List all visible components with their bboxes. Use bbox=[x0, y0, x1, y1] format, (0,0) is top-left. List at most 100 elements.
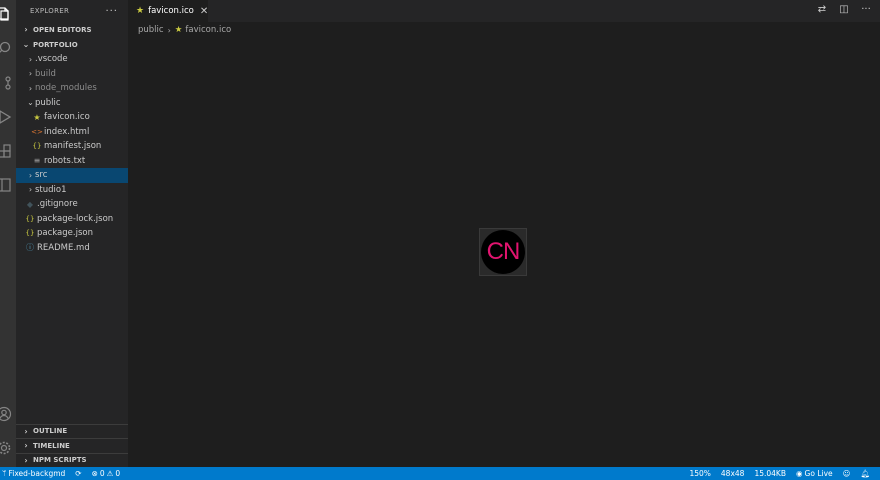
project-section[interactable]: ⌄ PORTFOLIO bbox=[16, 37, 128, 52]
problems-indicator[interactable]: ⊗ 0 ⚠ 0 bbox=[92, 469, 121, 478]
warning-count: 0 bbox=[115, 469, 121, 478]
tree-item-label: build bbox=[35, 68, 56, 79]
logo-text: CN bbox=[486, 238, 521, 265]
tab-favicon[interactable]: ★ favicon.ico ✕ bbox=[128, 0, 208, 22]
tree-item-label: package.json bbox=[37, 228, 93, 239]
feedback-button[interactable]: ☺ bbox=[843, 469, 851, 478]
tree-item-label: .vscode bbox=[35, 54, 68, 65]
json-icon: {} bbox=[32, 142, 42, 151]
image-preview[interactable]: CN bbox=[479, 228, 527, 276]
account-icon[interactable] bbox=[0, 406, 12, 422]
chevron-right-icon: › bbox=[28, 54, 33, 64]
tree-item-node-modules[interactable]: › node_modules bbox=[16, 81, 128, 96]
chevron-right-icon: › bbox=[24, 25, 28, 34]
remote-explorer-icon[interactable] bbox=[0, 177, 12, 193]
warning-icon: ⚠ bbox=[106, 469, 114, 478]
tree-item-gitignore[interactable]: ◆ .gitignore bbox=[16, 197, 128, 212]
gear-icon[interactable] bbox=[0, 440, 12, 456]
outline-section[interactable]: › OUTLINE bbox=[16, 423, 128, 439]
breadcrumb: public › ★ favicon.ico bbox=[128, 22, 880, 38]
feedback-icon: ☺ bbox=[842, 469, 851, 478]
explorer-sidebar: EXPLORER ··· › OPEN EDITORS ⌄ PORTFOLIO … bbox=[16, 0, 128, 467]
zoom-level[interactable]: 150% bbox=[689, 469, 710, 478]
chevron-right-icon: › bbox=[24, 441, 28, 451]
tree-item-vscode[interactable]: › .vscode bbox=[16, 52, 128, 67]
sync-icon: ⟳ bbox=[75, 469, 82, 478]
broadcast-icon: ◉ bbox=[795, 469, 803, 478]
tree-item-label: README.md bbox=[37, 242, 90, 253]
json-icon: {} bbox=[25, 229, 35, 238]
tree-item-readme[interactable]: ⓘ README.md bbox=[16, 241, 128, 256]
run-debug-icon[interactable] bbox=[0, 109, 12, 125]
cn-logo: CN bbox=[481, 230, 525, 274]
image-preview-editor: CN bbox=[128, 38, 880, 467]
branch-indicator[interactable]: ᛘ Fixed-backgmd bbox=[2, 469, 65, 478]
close-icon[interactable]: ✕ bbox=[200, 6, 208, 17]
chevron-down-icon: ⌄ bbox=[27, 98, 34, 108]
sync-button[interactable]: ⟳ bbox=[75, 469, 81, 478]
bottom-sections: › OUTLINE › TIMELINE › NPM SCRIPTS bbox=[16, 423, 128, 468]
breadcrumb-file[interactable]: favicon.ico bbox=[185, 25, 231, 35]
chevron-right-icon: › bbox=[28, 69, 33, 79]
error-icon: ⊗ bbox=[91, 469, 98, 478]
source-control-icon[interactable] bbox=[0, 75, 12, 91]
split-editor-icon[interactable]: ◫ bbox=[838, 4, 850, 15]
file-size: 15.04KB bbox=[754, 469, 786, 478]
size-label: 15.04KB bbox=[754, 469, 786, 478]
info-icon: ⓘ bbox=[26, 243, 34, 253]
tree-item-studio1[interactable]: › studio1 bbox=[16, 183, 128, 198]
tree-item-package[interactable]: {} package.json bbox=[16, 226, 128, 241]
tree-item-label: studio1 bbox=[35, 184, 67, 195]
tree-item-src[interactable]: › src bbox=[16, 168, 128, 183]
tree-item-label: favicon.ico bbox=[44, 112, 90, 123]
tree-item-public[interactable]: ⌄ public bbox=[16, 96, 128, 111]
star-icon: ★ bbox=[136, 6, 145, 16]
tree-item-label: robots.txt bbox=[44, 155, 86, 166]
extensions-icon[interactable] bbox=[0, 143, 12, 159]
timeline-section[interactable]: › TIMELINE bbox=[16, 438, 128, 453]
git-icon: ◆ bbox=[26, 199, 34, 209]
tree-item-manifest[interactable]: {} manifest.json bbox=[16, 139, 128, 154]
tree-item-label: src bbox=[35, 170, 48, 181]
tree-item-package-lock[interactable]: {} package-lock.json bbox=[16, 212, 128, 227]
tree-item-favicon[interactable]: ★ favicon.ico bbox=[16, 110, 128, 125]
tab-label: favicon.ico bbox=[148, 6, 194, 16]
breadcrumb-folder[interactable]: public bbox=[138, 25, 164, 35]
go-live-button[interactable]: ◉ Go Live bbox=[796, 469, 833, 478]
open-changes-icon[interactable]: ⇄ bbox=[816, 4, 828, 15]
more-actions-icon[interactable]: ··· bbox=[105, 6, 118, 17]
image-dimensions: 48x48 bbox=[721, 469, 745, 478]
search-icon[interactable] bbox=[0, 40, 12, 56]
tree-item-label: index.html bbox=[44, 126, 90, 137]
dimensions-label: 48x48 bbox=[720, 469, 745, 478]
zoom-label: 150% bbox=[689, 469, 711, 478]
project-label: PORTFOLIO bbox=[33, 40, 78, 49]
activity-bar bbox=[0, 0, 16, 467]
tree-item-build[interactable]: › build bbox=[16, 67, 128, 82]
notifications-button[interactable]: 🔔︎ bbox=[860, 469, 870, 478]
chevron-right-icon: › bbox=[28, 185, 33, 195]
timeline-label: TIMELINE bbox=[33, 441, 70, 450]
open-editors-label: OPEN EDITORS bbox=[33, 25, 92, 34]
explorer-header: EXPLORER ··· bbox=[16, 0, 128, 22]
tab-bar: ★ favicon.ico ✕ ⇄ ◫ ··· bbox=[128, 0, 880, 22]
branch-label: Fixed-backgmd bbox=[8, 469, 66, 478]
tree-item-index-html[interactable]: <> index.html bbox=[16, 125, 128, 140]
chevron-right-icon: › bbox=[24, 426, 28, 436]
explorer-icon[interactable] bbox=[0, 6, 12, 22]
explorer-title: EXPLORER bbox=[30, 7, 70, 15]
tree-item-robots[interactable]: ≡ robots.txt bbox=[16, 154, 128, 169]
go-live-label: Go Live bbox=[804, 469, 833, 478]
star-icon: ★ bbox=[33, 112, 41, 122]
npm-scripts-section[interactable]: › NPM SCRIPTS bbox=[16, 452, 128, 468]
bell-icon: 🔔︎ bbox=[860, 469, 870, 478]
open-editors-section[interactable]: › OPEN EDITORS bbox=[16, 22, 128, 37]
chevron-right-icon: › bbox=[24, 455, 28, 465]
html-icon: <> bbox=[31, 127, 43, 136]
more-actions-icon[interactable]: ··· bbox=[860, 4, 872, 15]
chevron-right-icon: › bbox=[167, 25, 171, 35]
chevron-right-icon: › bbox=[28, 170, 33, 180]
tree-item-label: package-lock.json bbox=[37, 213, 114, 224]
error-count: 0 bbox=[99, 469, 105, 478]
chevron-down-icon: ⌄ bbox=[22, 40, 30, 49]
